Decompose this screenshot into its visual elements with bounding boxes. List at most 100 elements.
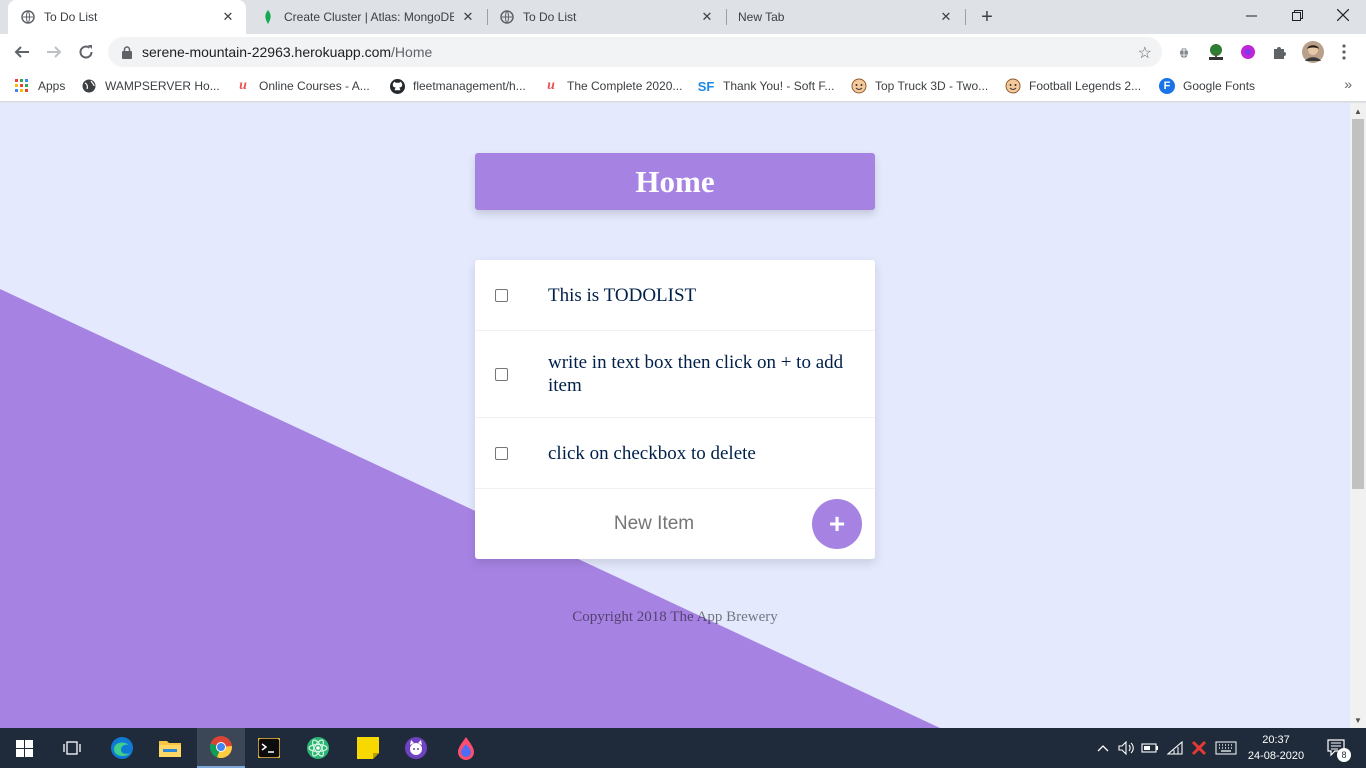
apps-grid-icon [14, 78, 30, 94]
udemy-icon: u [239, 78, 247, 93]
item-checkbox[interactable] [495, 368, 508, 381]
new-item-input[interactable] [499, 509, 809, 539]
game-face-icon [851, 78, 867, 94]
bookmark-label: Apps [38, 79, 66, 93]
antivirus-warning-icon[interactable] [1188, 728, 1210, 768]
bookmark-complete-2020[interactable]: u The Complete 2020... [543, 76, 682, 96]
bookmark-top-truck[interactable]: Top Truck 3D - Two... [851, 76, 988, 96]
bookmark-wampserver[interactable]: WAMPSERVER Ho... [81, 76, 220, 96]
url-text: serene-mountain-22963.herokuapp.com/Home [142, 44, 433, 60]
item-text: write in text box then click on + to add… [548, 352, 844, 396]
scroll-down-icon[interactable]: ▼ [1350, 712, 1366, 728]
todo-list: This is TODOLIST write in text box then … [475, 260, 875, 559]
tab-to-do-list-2[interactable]: To Do List ✕ [487, 0, 725, 34]
new-tab-button[interactable]: + [976, 6, 998, 28]
scroll-thumb[interactable] [1352, 119, 1364, 489]
bookmark-label: Google Fonts [1183, 79, 1256, 93]
scroll-up-icon[interactable]: ▲ [1350, 103, 1366, 119]
close-icon[interactable]: ✕ [699, 9, 715, 25]
bug-extension-icon[interactable] [1174, 42, 1194, 62]
mongodb-leaf-icon [260, 9, 276, 25]
restore-button[interactable] [1274, 0, 1320, 30]
volume-icon[interactable] [1116, 728, 1136, 768]
minimize-button[interactable] [1228, 0, 1274, 30]
notification-count-badge: 8 [1337, 748, 1351, 762]
arrow-left-icon [14, 46, 29, 58]
reload-button[interactable] [72, 38, 100, 66]
page-scrollbar[interactable]: ▲ ▼ [1350, 103, 1366, 728]
tab-strip: To Do List ✕ Create Cluster | Atlas: Mon… [0, 0, 1366, 34]
terminal-icon[interactable] [245, 728, 293, 768]
sticky-notes-icon[interactable] [344, 728, 392, 768]
tab-title: To Do List [523, 10, 577, 24]
udemy-icon: u [547, 78, 555, 93]
paint-drop-icon[interactable] [442, 728, 490, 768]
list-item: write in text box then click on + to add… [475, 331, 875, 418]
tab-title: To Do List [44, 10, 98, 24]
tab-mongodb[interactable]: Create Cluster | Atlas: MongoDB ✕ [248, 0, 486, 34]
item-checkbox[interactable] [495, 447, 508, 460]
list-item: This is TODOLIST [475, 260, 875, 331]
bookmark-label: Top Truck 3D - Two... [875, 79, 989, 93]
bookmark-fleetmanagement[interactable]: fleetmanagement/h... [389, 76, 526, 96]
arrow-right-icon [47, 46, 62, 58]
bookmark-online-courses[interactable]: u Online Courses - A... [235, 76, 370, 96]
heading-box: Home [475, 153, 875, 210]
task-view-icon[interactable] [48, 728, 96, 768]
bookmark-google-fonts[interactable]: F Google Fonts [1159, 76, 1255, 96]
tab-to-do-list[interactable]: To Do List ✕ [8, 0, 246, 34]
edge-icon[interactable] [98, 728, 146, 768]
address-bar[interactable]: serene-mountain-22963.herokuapp.com/Home… [108, 37, 1162, 67]
globe-icon [81, 78, 97, 94]
profile-avatar[interactable] [1302, 41, 1324, 63]
forward-button[interactable] [40, 38, 68, 66]
game-face-icon [1005, 78, 1021, 94]
list-item: click on checkbox to delete [475, 418, 875, 489]
file-explorer-icon[interactable] [146, 728, 194, 768]
clock-date: 24-08-2020 [1247, 750, 1305, 762]
globe-icon [499, 9, 515, 25]
bookmark-football-legends[interactable]: Football Legends 2... [1005, 76, 1141, 96]
bookmark-soft-f[interactable]: SF Thank You! - Soft F... [697, 76, 835, 96]
close-window-button[interactable] [1320, 0, 1366, 30]
tab-separator [965, 9, 966, 25]
more-menu-icon[interactable] [1334, 42, 1354, 62]
close-icon[interactable]: ✕ [220, 9, 236, 25]
bookmark-label: fleetmanagement/h... [413, 79, 526, 93]
atom-icon[interactable] [294, 728, 342, 768]
back-button[interactable] [8, 38, 36, 66]
reload-icon [79, 45, 93, 59]
windows-start-icon[interactable] [0, 728, 48, 768]
close-icon[interactable]: ✕ [938, 9, 954, 25]
puzzle-extensions-icon[interactable] [1270, 42, 1290, 62]
tray-chevron-up-icon[interactable] [1094, 728, 1112, 768]
tab-new-tab[interactable]: New Tab ✕ [726, 0, 964, 34]
color-extension-icon[interactable] [1238, 42, 1258, 62]
item-text: This is TODOLIST [548, 285, 697, 306]
page-viewport: Home This is TODOLIST write in text box … [0, 103, 1350, 728]
bookmark-apps[interactable]: Apps [14, 76, 65, 96]
wifi-icon[interactable] [1164, 728, 1186, 768]
bookmark-label: WAMPSERVER Ho... [105, 79, 220, 93]
globe-icon [20, 9, 36, 25]
bookmark-label: The Complete 2020... [567, 79, 683, 93]
browser-toolbar: serene-mountain-22963.herokuapp.com/Home… [0, 34, 1366, 70]
close-icon[interactable]: ✕ [460, 9, 476, 25]
bookmark-label: Thank You! - Soft F... [723, 79, 835, 93]
notifications-icon[interactable]: 8 [1322, 728, 1352, 768]
battery-icon[interactable] [1140, 728, 1160, 768]
taskbar-clock[interactable]: 20:37 24-08-2020 [1236, 732, 1316, 764]
chrome-taskbar-icon[interactable] [197, 728, 245, 768]
bookmark-star-icon[interactable]: ☆ [1138, 43, 1152, 63]
bookmarks-overflow-icon[interactable]: » [1344, 76, 1352, 92]
tab-title: Create Cluster | Atlas: MongoDB [284, 10, 454, 24]
add-item-button[interactable]: + [812, 499, 862, 549]
tree-extension-icon[interactable] [1206, 42, 1226, 62]
page-title: Home [635, 163, 715, 199]
item-checkbox[interactable] [495, 289, 508, 302]
tab-title: New Tab [738, 10, 785, 24]
bookmark-label: Online Courses - A... [259, 79, 370, 93]
clock-time: 20:37 [1262, 734, 1290, 746]
item-text: click on checkbox to delete [548, 443, 756, 464]
github-desktop-icon[interactable] [392, 728, 440, 768]
